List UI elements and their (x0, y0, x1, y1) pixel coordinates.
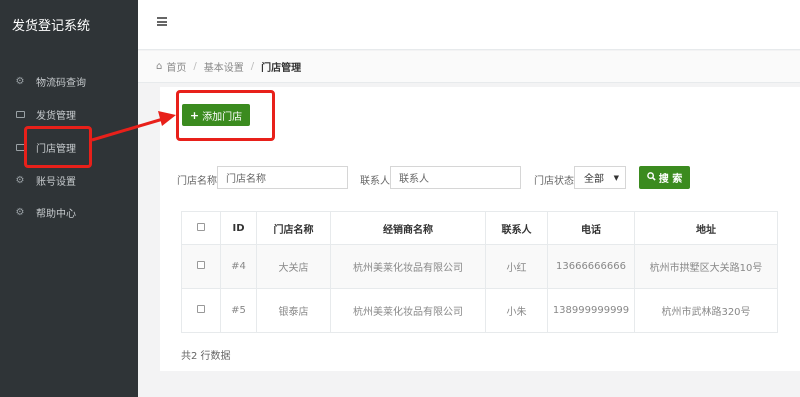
column-header-id: ID (220, 211, 257, 245)
annotation-highlight-add (176, 90, 275, 141)
gear-icon: ⚙ (15, 174, 25, 186)
top-bar (138, 0, 800, 50)
cell-contact: 小红 (485, 244, 548, 289)
store-status-select[interactable]: 全部 ▼ (574, 166, 626, 189)
sidebar-item-account[interactable]: ⚙ 账号设置 (0, 164, 138, 196)
search-button[interactable]: 搜 索 (639, 166, 690, 189)
cell-address: 杭州市拱墅区大关路10号 (634, 244, 778, 289)
cell-phone: 13666666666 (547, 244, 635, 289)
search-icon (646, 171, 656, 184)
store-status-label: 门店状态 (534, 176, 574, 187)
cell-store-name: 银泰店 (256, 288, 331, 333)
annotation-highlight-nav (24, 126, 92, 168)
cell-dealer-name: 杭州美莱化妆品有限公司 (330, 288, 486, 333)
cell-id: #4 (220, 244, 257, 289)
window-icon (15, 109, 25, 119)
sidebar-item-label: 帮助中心 (36, 208, 76, 220)
store-status-value: 全部 (584, 174, 604, 185)
cell-id: #5 (220, 288, 257, 333)
row-checkbox[interactable] (197, 305, 205, 313)
row-select-cell (181, 244, 221, 289)
sidebar-item-label: 发货管理 (36, 110, 76, 122)
column-header-contact: 联系人 (485, 211, 548, 245)
column-header-address: 地址 (634, 211, 778, 245)
store-table: ID 门店名称 经销商名称 联系人 电话 地址 #4 大关店 杭州美莱化妆品有限… (181, 211, 778, 333)
sidebar: 发货登记系统 ⚙ 物流码查询 发货管理 门店管理 ⚙ 账号设置 ⚙ 帮助中心 (0, 0, 138, 397)
home-icon: ⌂ (156, 61, 163, 72)
row-select-cell (181, 288, 221, 333)
column-header-store-name: 门店名称 (256, 211, 331, 245)
sidebar-item-help[interactable]: ⚙ 帮助中心 (0, 196, 138, 228)
column-header-phone: 电话 (547, 211, 635, 245)
caret-down-icon: ▼ (613, 174, 619, 182)
gear-icon: ⚙ (15, 206, 25, 218)
select-all-cell (181, 211, 221, 245)
table-header-row: ID 门店名称 经销商名称 联系人 电话 地址 (181, 211, 778, 245)
row-checkbox[interactable] (197, 261, 205, 269)
breadcrumb-separator: / (250, 61, 255, 72)
search-label: 搜 索 (658, 174, 683, 185)
cell-address: 杭州市武林路320号 (634, 288, 778, 333)
breadcrumb-settings[interactable]: 基本设置 (204, 59, 244, 74)
table-row: #4 大关店 杭州美莱化妆品有限公司 小红 13666666666 杭州市拱墅区… (181, 244, 778, 289)
gear-icon: ⚙ (15, 75, 25, 87)
cell-dealer-name: 杭州美莱化妆品有限公司 (330, 244, 486, 289)
select-all-checkbox[interactable] (197, 222, 205, 231)
cell-contact: 小朱 (485, 288, 548, 333)
breadcrumb: ⌂ 首页 / 基本设置 / 门店管理 (138, 51, 800, 83)
breadcrumb-separator: / (193, 61, 197, 72)
sidebar-item-label: 账号设置 (36, 176, 76, 188)
sidebar-item-logistics-code[interactable]: ⚙ 物流码查询 (0, 65, 138, 97)
cell-phone: 138999999999 (547, 288, 635, 333)
breadcrumb-home[interactable]: 首页 (166, 59, 186, 74)
row-count-text: 共2 行数据 (181, 351, 231, 362)
table-row: #5 银泰店 杭州美莱化妆品有限公司 小朱 138999999999 杭州市武林… (181, 288, 778, 333)
cell-store-name: 大关店 (256, 244, 331, 289)
column-header-dealer-name: 经销商名称 (330, 211, 486, 245)
contact-label: 联系人 (360, 176, 390, 187)
sidebar-item-label: 物流码查询 (36, 77, 86, 89)
menu-toggle-icon[interactable] (157, 17, 167, 26)
contact-input[interactable]: 联系人 (390, 166, 521, 189)
store-name-input[interactable]: 门店名称 (217, 166, 348, 189)
store-name-label: 门店名称 (177, 176, 217, 187)
breadcrumb-current: 门店管理 (261, 63, 302, 74)
app-title: 发货登记系统 (12, 19, 91, 34)
